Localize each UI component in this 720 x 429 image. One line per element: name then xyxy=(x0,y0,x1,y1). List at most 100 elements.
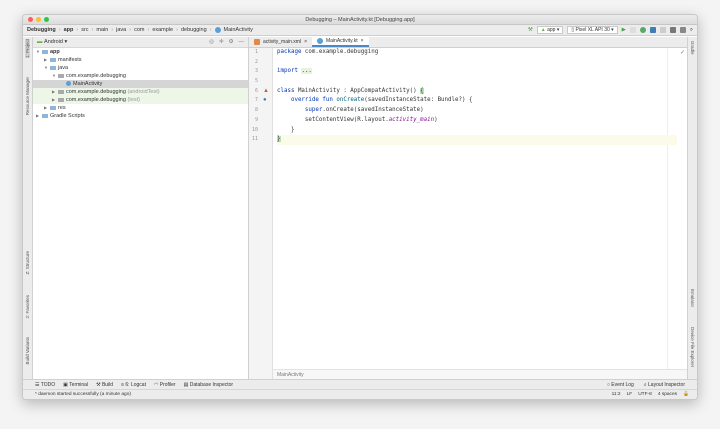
event-log-tool-button[interactable]: ○ Event Log xyxy=(607,382,634,388)
close-tab-icon[interactable]: × xyxy=(361,36,364,47)
gear-icon[interactable]: ⚙ xyxy=(229,39,234,45)
tree-item-suffix: (androidTest) xyxy=(127,89,160,95)
todo-tool-button[interactable]: ☰ TODO xyxy=(35,382,55,388)
crumb[interactable]: java xyxy=(116,27,126,33)
folder-icon xyxy=(50,57,56,62)
device-select[interactable]: ▯ Pixel XL API 30 ▾ xyxy=(567,26,618,34)
resource-manager-tool-button[interactable]: Resource Manager xyxy=(25,77,30,115)
tree-item-label: res xyxy=(58,105,66,111)
close-tab-icon[interactable]: × xyxy=(304,37,307,48)
tree-item-suffix: (test) xyxy=(127,97,140,103)
indent-setting[interactable]: 4 spaces xyxy=(658,390,677,399)
lock-icon[interactable]: 🔓 xyxy=(683,390,689,399)
search-icon[interactable]: ⌕ xyxy=(690,27,693,34)
zoom-button[interactable] xyxy=(44,17,49,22)
kotlin-class-icon xyxy=(214,27,221,33)
left-tool-strip: 1: Project Resource Manager Z: Structure… xyxy=(23,37,33,379)
tree-item-label: app xyxy=(50,49,60,55)
tree-item-label: com.example.debugging xyxy=(66,73,126,79)
folder-icon xyxy=(50,65,56,70)
project-tool-button[interactable]: 1: Project xyxy=(25,39,30,59)
expand-icon[interactable]: ✛ xyxy=(219,39,224,45)
package-icon xyxy=(58,89,64,94)
code-area[interactable]: package com.example.debugging import ...… xyxy=(277,48,677,369)
kotlin-class-icon xyxy=(317,38,323,44)
terminal-tool-button[interactable]: ▣ Terminal xyxy=(63,382,88,388)
editor-breadcrumb[interactable]: MainActivity xyxy=(273,369,687,379)
tree-item[interactable]: ▶ com.example.debugging (androidTest) xyxy=(33,88,248,96)
tree-item[interactable]: MainActivity xyxy=(33,80,248,88)
locate-icon[interactable]: ◎ xyxy=(209,39,214,45)
stop-icon[interactable] xyxy=(659,27,666,33)
crumb[interactable]: com xyxy=(134,27,144,33)
tree-item[interactable]: ▶ com.example.debugging (test) xyxy=(33,96,248,104)
editor: activity_main.xml × MainActivity.kt × 1235… xyxy=(249,37,687,379)
project-panel: ▬ Android ▾ ◎ ✛ ⚙ — ▼ app ▶ manifests ▼ java ▼ com… xyxy=(33,37,249,379)
tree-item-label: MainActivity xyxy=(73,81,103,87)
crumb[interactable]: src xyxy=(81,27,88,33)
folder-icon xyxy=(42,113,48,118)
file-encoding[interactable]: UTF-8 xyxy=(638,390,652,399)
caret-position[interactable]: 11:2 xyxy=(612,390,621,399)
emulator-tool-button[interactable]: Emulator xyxy=(690,289,695,307)
crumb[interactable]: example xyxy=(152,27,173,33)
no-problems-icon: ✓ xyxy=(679,50,685,56)
xml-file-icon xyxy=(254,39,260,45)
build-tool-button[interactable]: ⚒ Build xyxy=(96,382,113,388)
device-file-explorer-tool-button[interactable]: Device File Explorer xyxy=(690,327,695,367)
tree-item[interactable]: ▶ res xyxy=(33,104,248,112)
sdk-manager-icon[interactable] xyxy=(679,27,686,33)
logcat-tool-button[interactable]: ≡ 6: Logcat xyxy=(121,382,146,388)
profile-icon[interactable] xyxy=(649,27,656,33)
line-separator[interactable]: LF xyxy=(627,390,633,399)
status-bar: * daemon started successfully (a minute … xyxy=(23,389,697,399)
debug-icon[interactable] xyxy=(639,27,646,33)
run-icon[interactable]: ▶ xyxy=(622,27,626,33)
breadcrumb: Debugging › app › src › main › java › com › ex… xyxy=(23,25,697,36)
package-icon xyxy=(58,97,64,102)
crumb[interactable]: main xyxy=(96,27,108,33)
project-tree: ▼ app ▶ manifests ▼ java ▼ com.example.debuggin… xyxy=(33,48,248,120)
tree-item-label: com.example.debugging xyxy=(66,97,126,103)
crumb[interactable]: app xyxy=(64,27,74,33)
tree-item-label: manifests xyxy=(58,57,82,63)
kotlin-class-icon xyxy=(66,81,71,87)
project-view-select[interactable]: Android xyxy=(44,39,63,45)
tree-item[interactable]: ▼ java xyxy=(33,64,248,72)
run-gutter-icon[interactable]: ▲ xyxy=(263,88,269,94)
tree-item[interactable]: ▶ Gradle Scripts xyxy=(33,112,248,120)
layout-inspector-tool-button[interactable]: ⌕ Layout Inspector xyxy=(644,382,685,388)
crumb[interactable]: debugging xyxy=(181,27,207,33)
hammer-icon[interactable]: ⚒ xyxy=(528,27,533,33)
profiler-tool-button[interactable]: ◠ Profiler xyxy=(154,382,176,388)
favorites-tool-button[interactable]: 2: Favorites xyxy=(25,295,30,319)
tree-item-label: Gradle Scripts xyxy=(50,113,85,119)
tree-item[interactable]: ▶ manifests xyxy=(33,56,248,64)
ide-window: Debugging – MainActivity.kt [Debugging.a… xyxy=(22,14,698,400)
right-tool-strip: Gradle Emulator Device File Explorer xyxy=(687,37,697,379)
line-gutter[interactable]: 1235 6 7 8 9 10 11 ▲ ● xyxy=(249,48,273,379)
folder-icon xyxy=(42,49,48,54)
tree-item[interactable]: ▼ app xyxy=(33,48,248,56)
avd-manager-icon[interactable] xyxy=(669,27,676,33)
close-button[interactable] xyxy=(28,17,33,22)
tab-activity-main-xml[interactable]: activity_main.xml × xyxy=(249,37,312,47)
status-message[interactable]: * daemon started successfully (a minute … xyxy=(35,392,131,397)
android-icon: ▬ xyxy=(37,39,45,45)
structure-tool-button[interactable]: Z: Structure xyxy=(25,251,30,275)
run-config-select[interactable]: ▲ app ▾ xyxy=(536,26,564,34)
apply-changes-icon[interactable] xyxy=(629,27,636,33)
override-gutter-icon[interactable]: ● xyxy=(263,97,267,103)
tree-item[interactable]: ▼ com.example.debugging xyxy=(33,72,248,80)
minimize-button[interactable] xyxy=(36,17,41,22)
crumb[interactable]: MainActivity xyxy=(224,27,253,33)
bottom-tool-bar: ☰ TODO ▣ Terminal ⚒ Build ≡ 6: Logcat ◠ … xyxy=(23,379,697,389)
tab-mainactivity-kt[interactable]: MainActivity.kt × xyxy=(312,37,369,47)
gradle-tool-button[interactable]: Gradle xyxy=(690,41,695,55)
database-inspector-tool-button[interactable]: ▤ Database Inspector xyxy=(184,382,233,388)
tree-item-label: com.example.debugging xyxy=(66,89,126,95)
crumb[interactable]: Debugging xyxy=(27,27,56,33)
hide-icon[interactable]: — xyxy=(239,39,245,45)
window-title: Debugging – MainActivity.kt [Debugging.a… xyxy=(305,17,415,23)
build-variants-tool-button[interactable]: Build Variants xyxy=(25,337,30,364)
